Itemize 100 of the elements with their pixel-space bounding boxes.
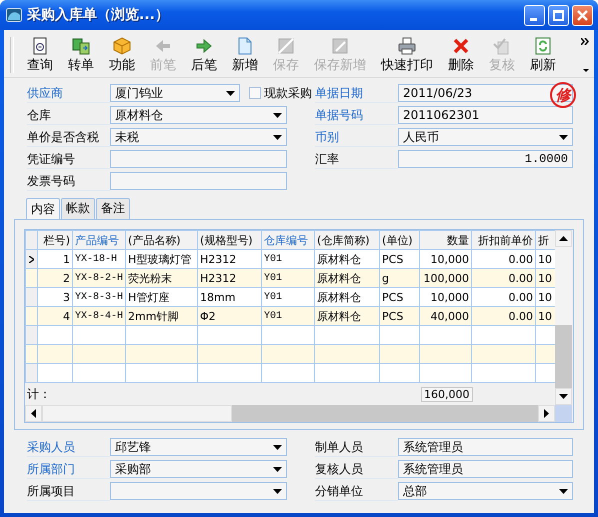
table-cell: H型玻璃灯管	[126, 250, 198, 268]
table-cell: 10,000	[420, 250, 472, 268]
table-cell: Φ2	[198, 306, 262, 326]
column-header[interactable]: (产品名称)	[126, 230, 198, 250]
checkbox-label: 现款采购	[264, 84, 312, 102]
check-icon	[493, 36, 511, 54]
column-header[interactable]: 栏号)	[38, 230, 72, 250]
dropdown-field[interactable]: 总部	[398, 482, 573, 500]
toolbar-button[interactable]: 后笔	[184, 36, 224, 74]
table-cell: YX-8-4-H	[72, 306, 126, 326]
left-arrow-icon[interactable]	[31, 409, 36, 418]
table-cell: H管灯座	[126, 288, 198, 306]
table-cell: 0.00	[472, 306, 536, 326]
table-cell: 0.00	[472, 250, 536, 268]
table-cell: 0.00	[472, 288, 536, 306]
dropdown-field[interactable]: 采购部	[110, 460, 287, 478]
tab[interactable]: 帐款	[61, 198, 95, 219]
maximize-icon	[553, 10, 564, 20]
table-cell: 荧光粉末	[126, 268, 198, 288]
delete-icon	[452, 36, 470, 54]
table-cell: Y01	[262, 268, 314, 288]
input-field[interactable]: 系统管理员	[398, 460, 573, 478]
dropdown-arrow-icon[interactable]	[226, 90, 235, 96]
table-cell: PCS	[380, 288, 420, 306]
down-arrow-icon[interactable]	[559, 394, 568, 399]
close-button[interactable]	[572, 4, 593, 26]
toolbar-button[interactable]: 查询	[20, 36, 60, 74]
dropdown-arrow-icon[interactable]	[273, 466, 282, 472]
input-field[interactable]	[110, 172, 287, 190]
column-header[interactable]: (仓库简称)	[314, 230, 380, 250]
column-header[interactable]: 数量	[420, 230, 472, 250]
table-cell: PCS	[380, 250, 420, 268]
dropdown-arrow-icon[interactable]	[273, 488, 282, 494]
table-cell: 4	[38, 306, 72, 326]
table-cell: Y01	[262, 306, 314, 326]
save-icon	[331, 36, 349, 54]
column-header[interactable]: (规格型号)	[198, 230, 262, 250]
chevron-icon[interactable]	[581, 38, 590, 45]
column-header[interactable]: 折扣前单价	[472, 230, 536, 250]
table-cell: YX-8-2-H	[72, 268, 126, 288]
minimize-button[interactable]	[524, 4, 545, 26]
minimize-icon	[530, 18, 536, 20]
horizontal-scrollbar[interactable]	[25, 405, 555, 422]
dropdown-arrow-icon[interactable]	[273, 112, 282, 118]
right-arrow-icon[interactable]	[544, 409, 549, 418]
dropdown-arrow-icon[interactable]	[273, 134, 282, 140]
dropdown-field[interactable]	[110, 482, 287, 500]
input-field[interactable]	[110, 150, 287, 168]
total-value: 160,000	[421, 386, 472, 402]
toolbar-button[interactable]: 新增	[225, 36, 265, 74]
column-header[interactable]: 产品编号	[72, 230, 126, 250]
toolbar-button[interactable]: 删除	[441, 36, 481, 74]
toolbar-button[interactable]: 快速打印	[374, 36, 440, 74]
toolbar-button[interactable]: 刷新	[523, 36, 563, 74]
table-cell: 3	[38, 288, 72, 306]
table-cell: 原材料仓	[314, 306, 380, 326]
up-arrow-icon[interactable]	[559, 236, 568, 241]
table-cell: YX-18-H	[72, 250, 126, 268]
close-icon	[577, 10, 588, 20]
current-row-icon	[29, 256, 34, 262]
column-header[interactable]: (单位)	[380, 230, 420, 250]
right-arrow-icon	[195, 36, 213, 54]
table-cell: 原材料仓	[314, 288, 380, 306]
table-cell: 18mm	[198, 288, 262, 306]
table-cell: H2312	[198, 268, 262, 288]
table-cell: 2mm针脚	[126, 306, 198, 326]
column-header[interactable]: 仓库编号	[262, 230, 314, 250]
caret-icon[interactable]	[582, 69, 588, 72]
tab[interactable]: 备注	[96, 198, 130, 219]
dropdown-field[interactable]: 邱艺锋	[110, 438, 287, 456]
input-field[interactable]: 2011062301	[398, 106, 573, 124]
dropdown-arrow-icon[interactable]	[273, 444, 282, 450]
maximize-button[interactable]	[548, 4, 569, 26]
table-cell: YX-8-3-H	[72, 288, 126, 306]
checkbox[interactable]	[249, 87, 261, 99]
dropdown-field[interactable]: 人民币	[398, 128, 573, 146]
dropdown-field[interactable]: 原材料仓	[110, 106, 287, 124]
toolbar-button[interactable]: 功能	[102, 36, 142, 74]
toolbar-button[interactable]: 转单	[61, 36, 101, 74]
table-cell: 原材料仓	[314, 268, 380, 288]
dropdown-arrow-icon[interactable]	[559, 134, 568, 140]
table-cell: Y01	[262, 288, 314, 306]
doc-icon	[31, 36, 49, 54]
table-cell: 100,000	[420, 268, 472, 288]
save-icon	[277, 36, 295, 54]
table-cell: Y01	[262, 250, 314, 268]
vertical-scrollbar[interactable]	[555, 230, 572, 405]
new-document-icon	[236, 36, 254, 54]
input-field[interactable]: 1.0000	[398, 150, 573, 168]
dropdown-arrow-icon[interactable]	[559, 488, 568, 494]
table-cell: 2	[38, 268, 72, 288]
table-cell: 0.00	[472, 268, 536, 288]
table-cell: 10,000	[420, 288, 472, 306]
dropdown-field[interactable]: 厦门钨业	[110, 84, 240, 102]
tab[interactable]: 内容	[26, 198, 60, 219]
input-field[interactable]: 系统管理员	[398, 438, 573, 456]
dropdown-field[interactable]: 未税	[110, 128, 287, 146]
seal-stamp: 修	[550, 82, 576, 108]
app-icon	[6, 7, 22, 23]
total-label: 计：	[27, 386, 51, 402]
